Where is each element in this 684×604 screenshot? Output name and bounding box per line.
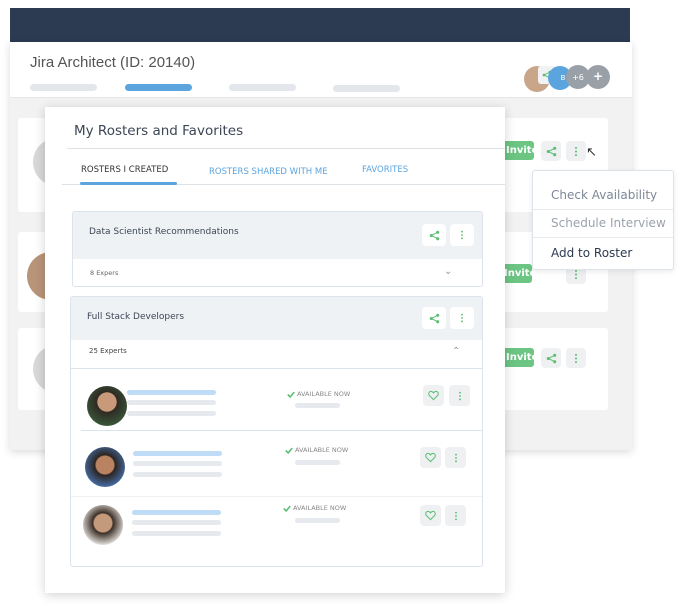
availability-status: AVAILABLE NOW	[287, 390, 350, 398]
expert-avatar	[83, 505, 123, 545]
job-title: Jira Architect (ID: 20140)	[30, 54, 196, 71]
tab-placeholder[interactable]	[229, 84, 296, 91]
expert-avatar	[87, 386, 127, 426]
check-icon	[283, 505, 291, 512]
app-top-bar	[10, 8, 630, 43]
share-button[interactable]	[541, 348, 561, 368]
roster-count: 25 Experts	[89, 347, 127, 355]
tab-placeholder-active[interactable]	[125, 84, 192, 91]
more-button[interactable]	[566, 141, 586, 161]
share-button[interactable]	[541, 141, 561, 161]
more-button[interactable]	[566, 348, 586, 368]
share-icon	[429, 230, 440, 241]
tab-favorites[interactable]: FAVORITES	[362, 165, 408, 175]
tab-placeholder[interactable]	[30, 84, 97, 91]
share-icon	[546, 353, 557, 364]
rosters-modal: My Rosters and Favorites ROSTERS I CREAT…	[45, 107, 505, 593]
chevron-up-icon[interactable]: ⌃	[452, 346, 460, 357]
cursor-icon: ↖	[586, 145, 597, 160]
expert-more-button[interactable]	[445, 447, 466, 468]
tab-placeholder[interactable]	[333, 85, 400, 92]
tab-rosters-created[interactable]: ROSTERS I CREATED	[81, 165, 168, 175]
heart-icon	[428, 390, 439, 401]
more-icon	[454, 511, 458, 521]
roster-name: Full Stack Developers	[87, 312, 185, 322]
roster-count: 8 Expers	[90, 269, 119, 277]
availability-status: AVAILABLE NOW	[285, 446, 348, 454]
check-icon	[285, 447, 293, 454]
heart-icon	[425, 510, 436, 521]
menu-item-check-availability[interactable]: Check Availability	[551, 188, 657, 202]
share-roster-button[interactable]	[422, 307, 446, 329]
active-tab-indicator	[80, 182, 177, 185]
more-icon	[458, 391, 462, 401]
add-member-icon[interactable]: ➕︎	[586, 65, 610, 89]
expert-avatar	[85, 447, 125, 487]
more-icon	[574, 269, 578, 280]
context-menu: Check Availability Schedule Interview Ad…	[532, 170, 674, 270]
favorite-button[interactable]	[420, 447, 441, 468]
more-icon	[574, 353, 578, 364]
share-icon	[429, 313, 440, 324]
roster-more-button[interactable]	[450, 224, 474, 246]
more-icon	[454, 453, 458, 463]
check-icon	[287, 391, 295, 398]
more-icon	[574, 146, 578, 157]
modal-title: My Rosters and Favorites	[74, 123, 244, 139]
availability-label: AVAILABLE NOW	[297, 390, 351, 398]
more-icon	[460, 313, 464, 323]
tab-rosters-shared[interactable]: ROSTERS SHARED WITH ME	[209, 167, 328, 177]
share-roster-button[interactable]	[422, 224, 446, 246]
more-icon	[460, 230, 464, 240]
chevron-down-icon[interactable]: ⌄	[444, 266, 452, 277]
availability-label: AVAILABLE NOW	[295, 446, 349, 454]
share-icon	[546, 146, 557, 157]
roster-card: Full Stack Developers 25 Experts ⌃	[70, 296, 483, 567]
availability-label: AVAILABLE NOW	[293, 504, 347, 512]
menu-item-add-to-roster[interactable]: Add to Roster	[551, 246, 632, 260]
expert-more-button[interactable]	[445, 505, 466, 526]
favorite-button[interactable]	[423, 385, 444, 406]
roster-more-button[interactable]	[450, 307, 474, 329]
heart-icon	[425, 452, 436, 463]
roster-card[interactable]: Data Scientist Recommendations 8 Expers …	[72, 211, 483, 287]
roster-name: Data Scientist Recommendations	[89, 227, 239, 237]
menu-item-schedule-interview[interactable]: Schedule Interview	[551, 216, 666, 230]
expert-more-button[interactable]	[449, 385, 470, 406]
availability-status: AVAILABLE NOW	[283, 504, 346, 512]
favorite-button[interactable]	[420, 505, 441, 526]
